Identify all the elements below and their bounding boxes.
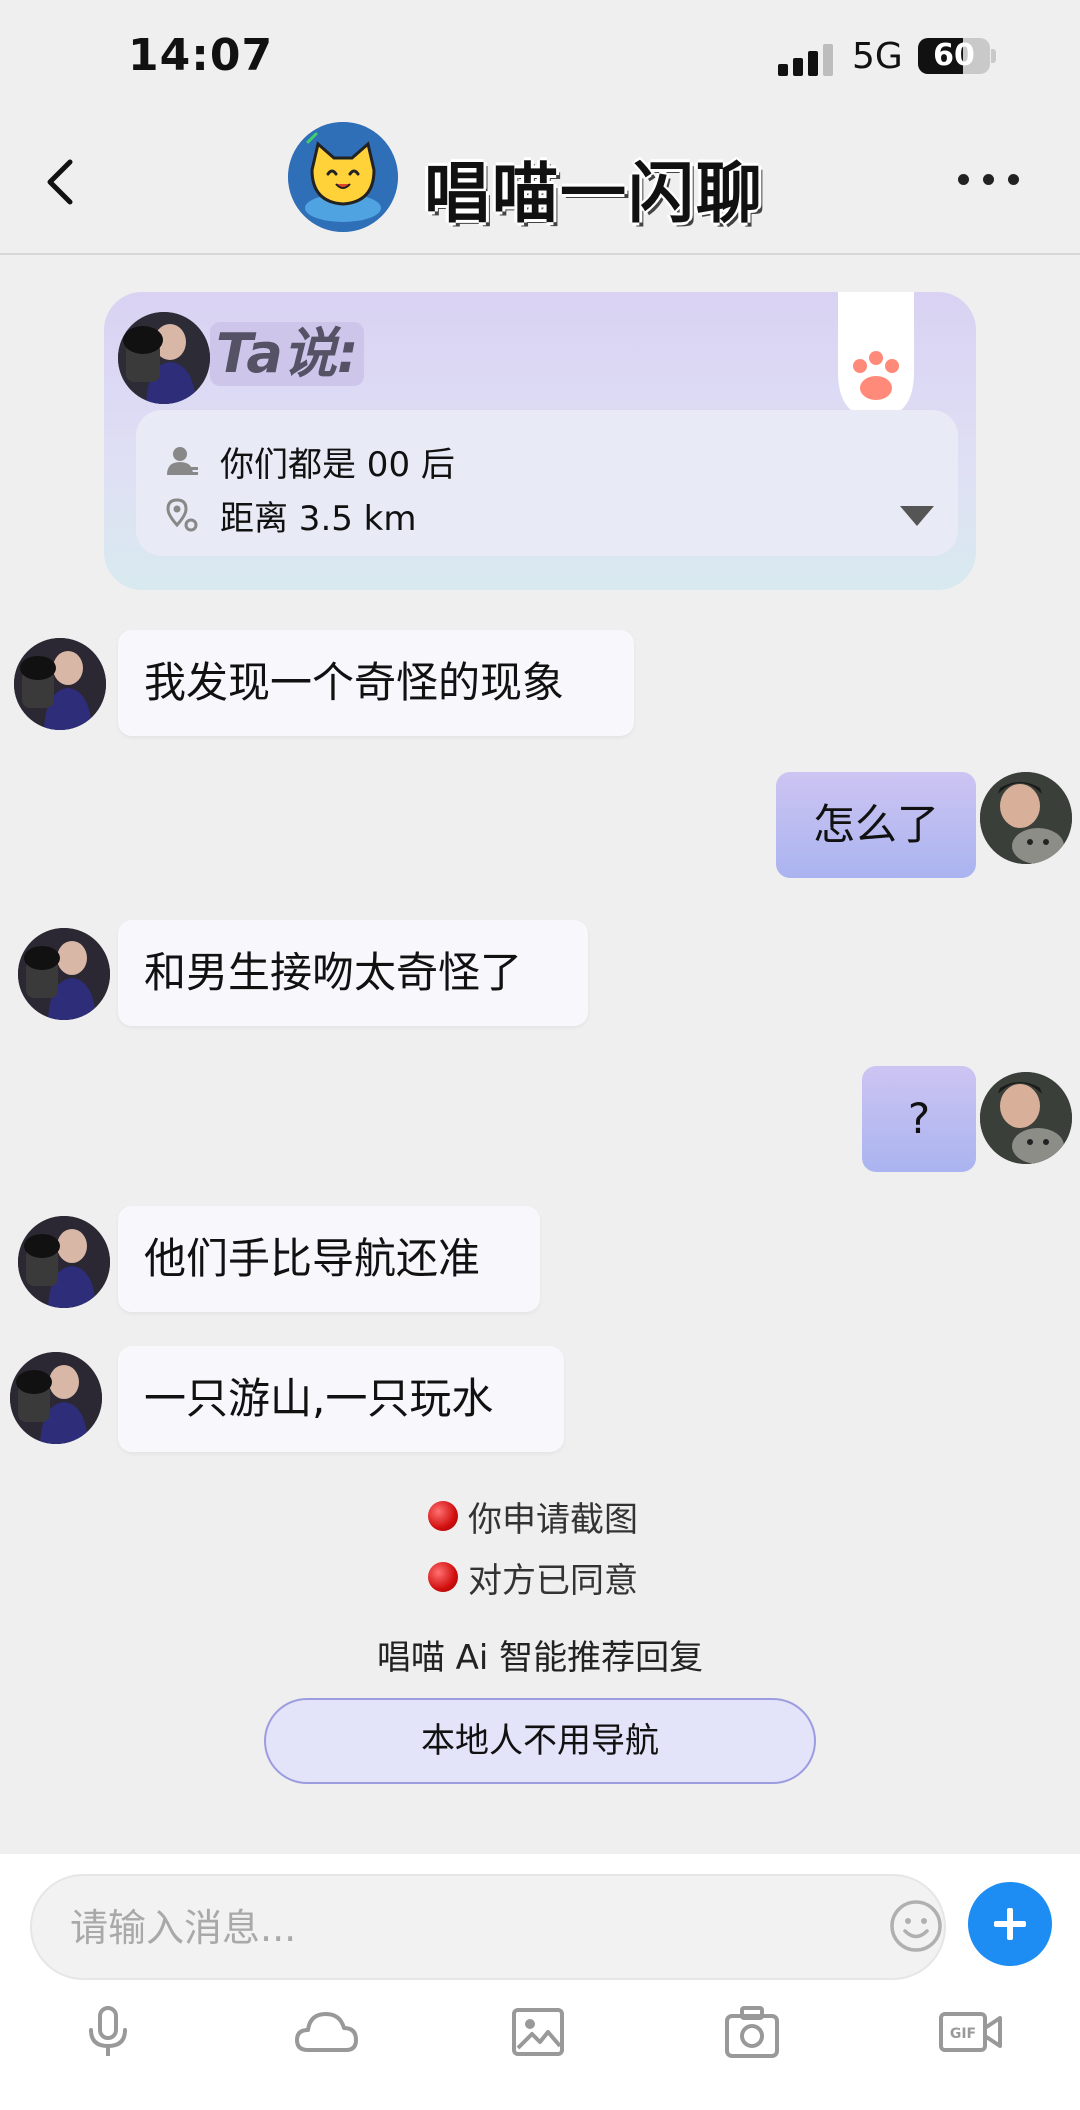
suggested-reply-button[interactable]: 本地人不用导航: [264, 1698, 816, 1784]
battery-icon: 60: [918, 38, 990, 74]
ai-recommend-label: 唱喵 Ai 智能推荐回复: [376, 1638, 704, 1678]
emoji-icon[interactable]: [888, 1898, 944, 1954]
microphone-icon[interactable]: [78, 2002, 138, 2062]
info-age-text: 你们都是 00 后: [220, 444, 455, 485]
message-bubble-outgoing[interactable]: ?: [862, 1066, 976, 1172]
cat-paw-icon: [838, 292, 914, 418]
expand-arrow-icon[interactable]: [900, 506, 934, 526]
status-bar: 14:07 5G 60: [0, 0, 1080, 110]
battery-level: 60: [933, 38, 975, 73]
back-button[interactable]: [36, 150, 92, 214]
more-options-button[interactable]: [954, 160, 1024, 196]
system-notice-text: 对方已同意: [468, 1560, 638, 1601]
red-dot-icon: [428, 1562, 458, 1592]
network-type: 5G: [852, 36, 903, 77]
match-info-card: Ta说: 你们都是 00 后 距离 3.5 km: [104, 292, 976, 590]
message-input-container: [30, 1874, 946, 1980]
battery-tip: [991, 49, 996, 63]
info-distance-text: 距离 3.5 km: [220, 498, 417, 539]
user-avatar-image: [18, 928, 110, 1020]
svg-text:GIF: GIF: [950, 2026, 976, 2042]
system-notice-text: 你申请截图: [468, 1499, 638, 1540]
info-row-distance: 距离 3.5 km: [164, 492, 417, 539]
system-notice: 你申请截图: [428, 1491, 638, 1541]
plus-button[interactable]: [968, 1882, 1052, 1966]
avatar[interactable]: [18, 1216, 110, 1308]
app-logo: [288, 122, 398, 232]
avatar[interactable]: [118, 312, 210, 404]
user-avatar-image: [118, 312, 210, 404]
card-heading: Ta说:: [210, 322, 365, 386]
message-bubble-incoming[interactable]: 我发现一个奇怪的现象: [118, 630, 634, 736]
status-time: 14:07: [128, 30, 274, 81]
avatar[interactable]: [980, 772, 1072, 864]
message-bubble-incoming[interactable]: 和男生接吻太奇怪了: [118, 920, 588, 1026]
image-icon[interactable]: [508, 2002, 568, 2062]
location-icon: [166, 498, 198, 532]
message-bubble-incoming[interactable]: 一只游山,一只玩水: [118, 1346, 564, 1452]
user-avatar-image: [14, 638, 106, 730]
avatar[interactable]: [18, 928, 110, 1020]
signal-icon: [778, 42, 836, 76]
user-avatar-image: [10, 1352, 102, 1444]
chat-header: 唱喵一闪聊: [0, 110, 1080, 255]
camera-icon[interactable]: [722, 2002, 782, 2062]
gif-video-icon[interactable]: GIF: [938, 2002, 1004, 2062]
avatar[interactable]: [980, 1072, 1072, 1164]
system-notice: 对方已同意: [428, 1552, 638, 1602]
user-avatar-image: [18, 1216, 110, 1308]
person-icon: [167, 447, 198, 475]
message-bubble-outgoing[interactable]: 怎么了: [776, 772, 976, 878]
red-dot-icon: [428, 1501, 458, 1531]
avatar[interactable]: [10, 1352, 102, 1444]
card-details: 你们都是 00 后 距离 3.5 km: [136, 410, 958, 556]
app-title: 唱喵一闪聊: [424, 155, 764, 232]
my-avatar-image: [980, 1072, 1072, 1164]
input-bar: GIF: [0, 1854, 1080, 2110]
info-row-age: 你们都是 00 后: [164, 438, 455, 485]
message-bubble-incoming[interactable]: 他们手比导航还准: [118, 1206, 540, 1312]
avatar[interactable]: [14, 638, 106, 730]
cloud-icon[interactable]: [294, 2002, 360, 2062]
cat-logo-icon: [288, 122, 398, 232]
chevron-left-icon: [47, 159, 73, 205]
my-avatar-image: [980, 772, 1072, 864]
message-input[interactable]: [68, 1876, 852, 1980]
